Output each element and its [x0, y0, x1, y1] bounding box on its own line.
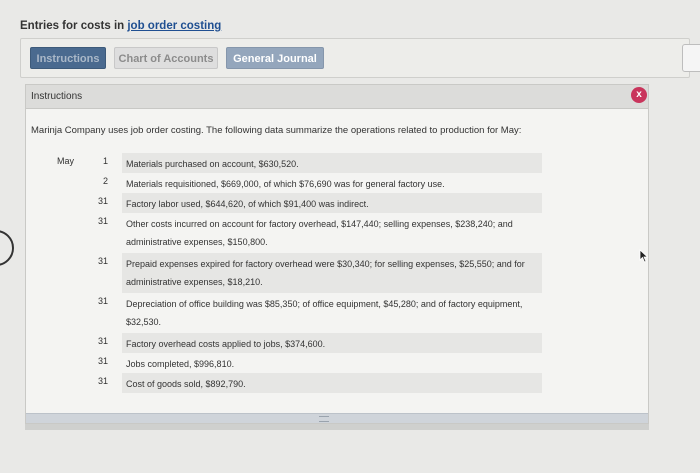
transaction-description: Factory labor used, $644,620, of which $…: [122, 193, 542, 213]
transaction-row: 31 Factory labor used, $644,620, of which…: [26, 193, 648, 213]
transaction-row: 31 Cost of goods sold, $892,790.: [26, 373, 648, 393]
description-line: Cost of goods sold, $892,790.: [126, 379, 246, 389]
panel-bottom-bar: [25, 424, 649, 430]
description-line: Prepaid expenses expired for factory ove…: [126, 259, 525, 269]
panel-header: Instructions: [26, 85, 648, 109]
close-icon: x: [636, 89, 642, 100]
transaction-description: Prepaid expenses expired for factory ove…: [122, 253, 542, 293]
transaction-description: Materials requisitioned, $669,000, of wh…: [122, 173, 542, 193]
description-line: administrative expenses, $150,800.: [126, 237, 268, 247]
description-line: administrative expenses, $18,210.: [126, 277, 263, 287]
instructions-panel: Instructions Marinja Company uses job or…: [25, 84, 649, 424]
day-label: 31: [97, 216, 108, 226]
tab-strip: Instructions Chart of Accounts General J…: [20, 38, 690, 78]
description-line: $32,530.: [126, 317, 162, 327]
tab-instructions[interactable]: Instructions: [30, 47, 106, 69]
day-label: 31: [97, 356, 108, 366]
description-line: Other costs incurred on account for fact…: [126, 219, 513, 229]
day-label: 1: [102, 156, 108, 166]
left-edge-arc: [0, 230, 14, 266]
transaction-row: 31 Prepaid expenses expired for factory o…: [26, 253, 648, 293]
page-title: Entries for costs in job order costing: [20, 20, 221, 32]
next-panel-stub[interactable]: [682, 44, 700, 72]
transaction-row: 31 Other costs incurred on account for fa…: [26, 213, 648, 253]
tab-chart-of-accounts[interactable]: Chart of Accounts: [114, 47, 218, 69]
scroll-grip-icon[interactable]: [319, 416, 329, 422]
transaction-row: 31 Jobs completed, $996,810.: [26, 353, 648, 373]
description-line: Depreciation of office building was $85,…: [126, 299, 523, 309]
day-label: 2: [102, 176, 108, 186]
day-label: 31: [97, 376, 108, 386]
description-line: Factory labor used, $644,620, of which $…: [126, 199, 369, 209]
transaction-description: Materials purchased on account, $630,520…: [122, 153, 542, 173]
intro-text: Marinja Company uses job order costing. …: [31, 125, 522, 136]
month-label: May: [57, 156, 75, 166]
horizontal-scrollbar[interactable]: [26, 413, 648, 423]
transaction-row: 2 Materials requisitioned, $669,000, of w…: [26, 173, 648, 193]
day-label: 31: [97, 296, 108, 306]
transaction-description: Cost of goods sold, $892,790.: [122, 373, 542, 393]
description-line: Materials purchased on account, $630,520…: [126, 159, 299, 169]
transaction-row: 31 Factory overhead costs applied to jobs…: [26, 333, 648, 353]
page-title-prefix: Entries for costs in: [20, 20, 128, 32]
day-label: 31: [97, 196, 108, 206]
transaction-row: 31 Depreciation of office building was $8…: [26, 293, 648, 333]
tab-general-journal[interactable]: General Journal: [226, 47, 324, 69]
description-line: Factory overhead costs applied to jobs, …: [126, 339, 326, 349]
job-order-costing-link[interactable]: job order costing: [127, 20, 221, 32]
close-button[interactable]: x: [631, 87, 647, 103]
day-label: 31: [97, 336, 108, 346]
transaction-description: Depreciation of office building was $85,…: [122, 293, 542, 333]
cursor-icon: [639, 249, 649, 263]
transaction-row: May 1 Materials purchased on account, $630…: [26, 153, 648, 173]
panel-header-label: Instructions: [31, 91, 83, 102]
transaction-description: Jobs completed, $996,810.: [122, 353, 542, 373]
description-line: Materials requisitioned, $669,000, of wh…: [126, 179, 445, 189]
day-label: 31: [97, 256, 108, 266]
description-line: Jobs completed, $996,810.: [126, 359, 235, 369]
transaction-description: Other costs incurred on account for fact…: [122, 213, 542, 253]
transaction-description: Factory overhead costs applied to jobs, …: [122, 333, 542, 353]
